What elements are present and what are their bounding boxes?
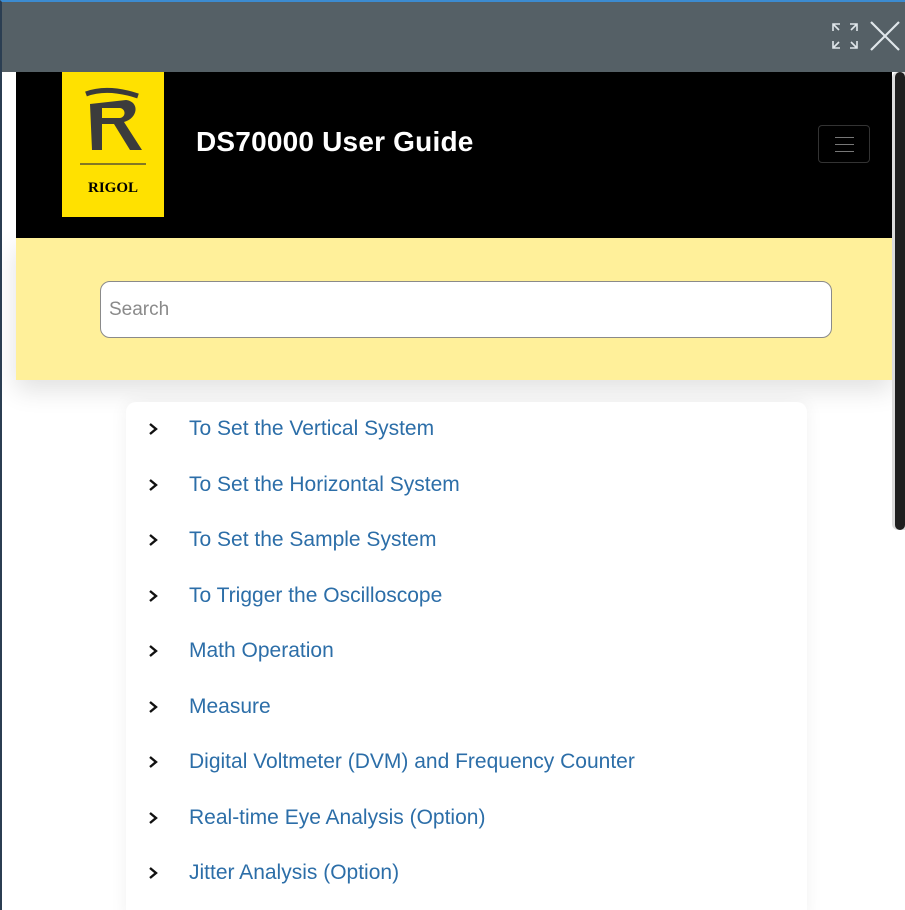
toc-item[interactable]: Digital Voltmeter (DVM) and Frequency Co… (126, 742, 807, 782)
toc-item[interactable]: To Set the Sample System (126, 520, 807, 560)
toc-item-label[interactable]: To Set the Horizontal System (189, 473, 460, 497)
toc-item[interactable]: To Set the Horizontal System (126, 465, 807, 505)
toc-item-label[interactable]: To Set the Sample System (189, 528, 436, 552)
toc-item-label[interactable]: Digital Voltmeter (DVM) and Frequency Co… (189, 750, 635, 774)
toc-item[interactable]: To Set the Vertical System (126, 409, 807, 449)
chevron-right-icon (149, 811, 158, 824)
hamburger-menu-icon (835, 137, 854, 138)
toc-item-label[interactable]: Jitter Analysis (Option) (189, 861, 399, 885)
expand-arrows-icon (832, 23, 858, 49)
rigol-r-logo-mark (80, 87, 146, 165)
chevron-right-icon (149, 534, 158, 546)
menu-toggle-button[interactable] (818, 125, 870, 163)
logo-text: RIGOL (87, 180, 138, 196)
toc-item-label[interactable]: Real-time Eye Analysis (Option) (189, 806, 485, 830)
chevron-right-icon (149, 478, 158, 491)
toc-item-label[interactable]: Math Operation (189, 639, 334, 663)
toc-item-label[interactable]: Measure (189, 695, 271, 719)
toc-item[interactable]: To Trigger the Oscilloscope (126, 576, 807, 616)
toc-item[interactable]: Measure (126, 687, 807, 727)
page-title: DS70000 User Guide (196, 126, 474, 157)
expand-button[interactable] (825, 16, 865, 56)
chevron-right-icon (149, 756, 158, 768)
toc-item-label[interactable]: To Trigger the Oscilloscope (189, 584, 442, 608)
close-button[interactable] (865, 16, 905, 56)
scrollbar-thumb[interactable] (895, 72, 905, 530)
search-input[interactable] (100, 281, 832, 338)
chevron-right-icon (149, 423, 158, 435)
window-controls (825, 16, 905, 56)
guide-header: RIGOL DS70000 User Guide (16, 72, 892, 238)
close-x-icon (870, 21, 900, 51)
toc-item[interactable]: Math Operation (126, 631, 807, 671)
toc-item[interactable]: Jitter Analysis (Option) (126, 853, 807, 893)
chevron-right-icon (149, 700, 158, 713)
hamburger-line (835, 151, 854, 152)
toc-panel: To Set the Vertical System To Set the Hor… (126, 402, 807, 910)
toc-item[interactable]: Real-time Eye Analysis (Option) (126, 798, 807, 838)
window-titlebar (2, 2, 905, 72)
guide-window: RIGOL DS70000 User Guide To Set the Vert… (0, 0, 905, 910)
toc-item-label[interactable]: To Set the Vertical System (189, 417, 434, 441)
search-band (16, 238, 892, 380)
scrollbar[interactable] (892, 72, 905, 530)
hamburger-line (835, 144, 854, 145)
rigol-logo[interactable]: RIGOL (62, 72, 164, 217)
chevron-right-icon (149, 645, 158, 657)
chevron-right-icon (149, 867, 158, 879)
chevron-right-icon (149, 589, 158, 602)
